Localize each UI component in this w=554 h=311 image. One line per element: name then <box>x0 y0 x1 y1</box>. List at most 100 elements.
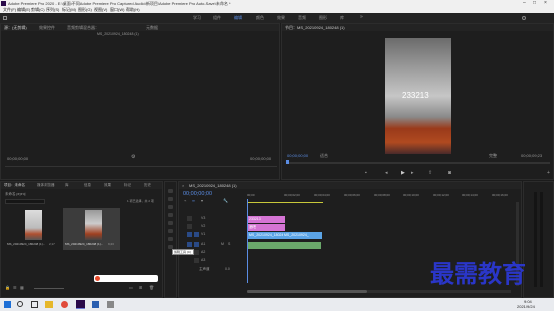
step-forward-icon[interactable]: ▸ <box>411 171 414 176</box>
master-level[interactable]: 0.0 <box>225 267 230 272</box>
ripple-edit-tool-icon[interactable] <box>168 205 173 209</box>
add-marker-icon[interactable]: ▾ <box>201 199 203 203</box>
play-icon[interactable]: ▶ <box>401 171 405 176</box>
selection-tool-icon[interactable] <box>168 189 173 193</box>
project-search-input[interactable] <box>5 199 45 204</box>
writable-lock-icon[interactable]: 🔒 <box>5 286 10 290</box>
lift-icon[interactable]: ⇧ <box>428 171 432 176</box>
timeline-title[interactable]: MS_20210924_180248 (1) <box>189 184 237 188</box>
workspace-audio[interactable]: 音频 <box>298 16 306 20</box>
taskbar-search-icon[interactable] <box>17 301 23 307</box>
menu-marker[interactable]: 标记(M) <box>62 8 76 12</box>
track-lock-icon[interactable] <box>194 250 199 255</box>
clear-icon[interactable]: 🗑 <box>149 286 154 290</box>
razor-tool-icon[interactable] <box>168 213 173 217</box>
fit-select[interactable]: 适合 <box>320 154 328 158</box>
tab-history[interactable]: 历史 <box>144 183 151 188</box>
timeline-settings-icon[interactable]: 🔧 <box>223 199 228 203</box>
source-timecode[interactable]: 00;00;00;00 <box>7 157 28 161</box>
clip-v2-title[interactable]: 酒吧 <box>248 224 285 231</box>
program-scrubber[interactable] <box>286 162 550 164</box>
project-item-2[interactable]: MS_20210924_180248 (1)... 9;23 <box>63 208 120 250</box>
workspace-editing[interactable]: 编辑 <box>234 16 242 20</box>
new-bin-icon[interactable]: ▭ <box>129 286 133 290</box>
mark-in-icon[interactable]: ▪ <box>365 171 367 176</box>
workspace-assembly[interactable]: 组件 <box>213 16 221 20</box>
clip-v1-video-2[interactable]: MS_20210924_ <box>283 232 322 239</box>
program-timecode[interactable]: 00;00;00;00 <box>287 154 308 158</box>
task-view-icon[interactable] <box>31 301 38 308</box>
tab-metadata[interactable]: 元数据 <box>146 26 158 30</box>
clip-v1-video[interactable]: MS_20210924_180248.mp4 <box>248 232 284 239</box>
menu-edit[interactable]: 编辑(E) <box>17 8 30 12</box>
minimize-button[interactable]: – <box>523 1 526 6</box>
menu-sequence[interactable]: 序列(S) <box>46 8 59 12</box>
zoom-slider[interactable] <box>34 288 64 289</box>
add-button-icon[interactable]: + <box>547 171 550 176</box>
new-item-icon[interactable]: ⊞ <box>139 286 142 290</box>
maximize-button[interactable]: □ <box>533 1 536 6</box>
clip-v3-title[interactable]: 233213 <box>248 216 285 223</box>
work-area-bar[interactable] <box>247 202 323 203</box>
tab-libraries[interactable]: 库 <box>65 183 69 188</box>
menu-file[interactable]: 文件(F) <box>3 8 16 12</box>
track-source-a1[interactable] <box>187 242 192 247</box>
menu-graphics[interactable]: 图形(G) <box>78 8 92 12</box>
linked-selection-icon[interactable]: ∞ <box>192 199 195 203</box>
file-explorer-icon[interactable] <box>45 301 53 308</box>
chrome-icon[interactable] <box>61 301 68 308</box>
tab-effect-controls[interactable]: 效果控件 <box>39 26 55 30</box>
hand-tool-icon[interactable] <box>168 237 173 241</box>
quality-select[interactable]: 完整 <box>489 154 497 158</box>
taskbar-date[interactable]: 2021/9/24 <box>517 305 535 309</box>
snap-icon[interactable]: ⌁ <box>184 199 186 203</box>
track-lock-icon[interactable] <box>187 224 192 229</box>
wrench-icon[interactable]: ⚙ <box>131 155 135 160</box>
icon-view-icon[interactable]: ▦ <box>20 286 24 290</box>
timeline-h-scrollbar[interactable] <box>247 290 511 293</box>
menu-clip[interactable]: 剪辑(C) <box>31 8 45 12</box>
windows-start-icon[interactable] <box>4 301 11 308</box>
word-icon[interactable] <box>92 301 99 308</box>
tab-info[interactable]: 信息 <box>84 183 91 188</box>
playhead-marker[interactable] <box>286 160 289 164</box>
timeline-close-icon[interactable]: × <box>182 184 184 188</box>
workspace-effects[interactable]: 效果 <box>277 16 285 20</box>
menu-help[interactable]: 帮助(H) <box>126 8 140 12</box>
premiere-taskbar-icon[interactable] <box>76 300 85 309</box>
track-source-v1[interactable] <box>187 232 192 237</box>
step-back-icon[interactable]: ◂ <box>385 171 388 176</box>
timeline-timecode[interactable]: 00;00;00;00 <box>183 191 212 198</box>
project-item-1[interactable]: MS_20210924_180248 (1)... 2;17 <box>5 208 60 250</box>
track-target-v1[interactable] <box>194 232 199 237</box>
app-icon[interactable] <box>107 301 114 308</box>
solo-button[interactable]: S <box>228 242 230 247</box>
scrollbar-thumb[interactable] <box>247 290 367 293</box>
tab-audio-clip-mixer[interactable]: 音频剪辑混合器： <box>67 26 99 30</box>
workspace-learn[interactable]: 学习 <box>193 16 201 20</box>
more-workspaces-icon[interactable]: » <box>360 15 363 20</box>
workspace-graphics[interactable]: 图形 <box>319 16 327 20</box>
tab-effects[interactable]: 效果 <box>104 183 111 188</box>
menu-view[interactable]: 视图(V) <box>94 8 107 12</box>
tab-project[interactable]: 项目：未命名 <box>4 183 25 188</box>
source-scrubber[interactable] <box>5 166 277 167</box>
track-target-a1[interactable] <box>194 242 199 247</box>
program-title[interactable]: 节目：MS_20210924_180248 (1) <box>285 26 345 30</box>
home-icon[interactable] <box>3 16 7 20</box>
track-lock-icon[interactable] <box>187 216 192 221</box>
tab-markers[interactable]: 标记 <box>124 183 131 188</box>
menu-window[interactable]: 窗口(W) <box>110 8 124 12</box>
mute-button[interactable]: M <box>221 242 224 247</box>
slip-tool-icon[interactable] <box>168 221 173 225</box>
pen-tool-icon[interactable] <box>168 229 173 233</box>
tab-media-browser[interactable]: 媒体浏览器 <box>37 183 55 188</box>
track-select-tool-icon[interactable] <box>168 197 173 201</box>
workspace-color[interactable]: 颜色 <box>256 16 264 20</box>
list-view-icon[interactable]: ☰ <box>13 286 17 290</box>
clip-a1-audio[interactable] <box>248 242 321 249</box>
tab-source[interactable]: 源：(无剪辑) <box>4 26 27 30</box>
close-button[interactable]: × <box>544 1 547 6</box>
search-icon[interactable] <box>522 16 526 20</box>
ime-toolbar[interactable] <box>94 275 158 282</box>
